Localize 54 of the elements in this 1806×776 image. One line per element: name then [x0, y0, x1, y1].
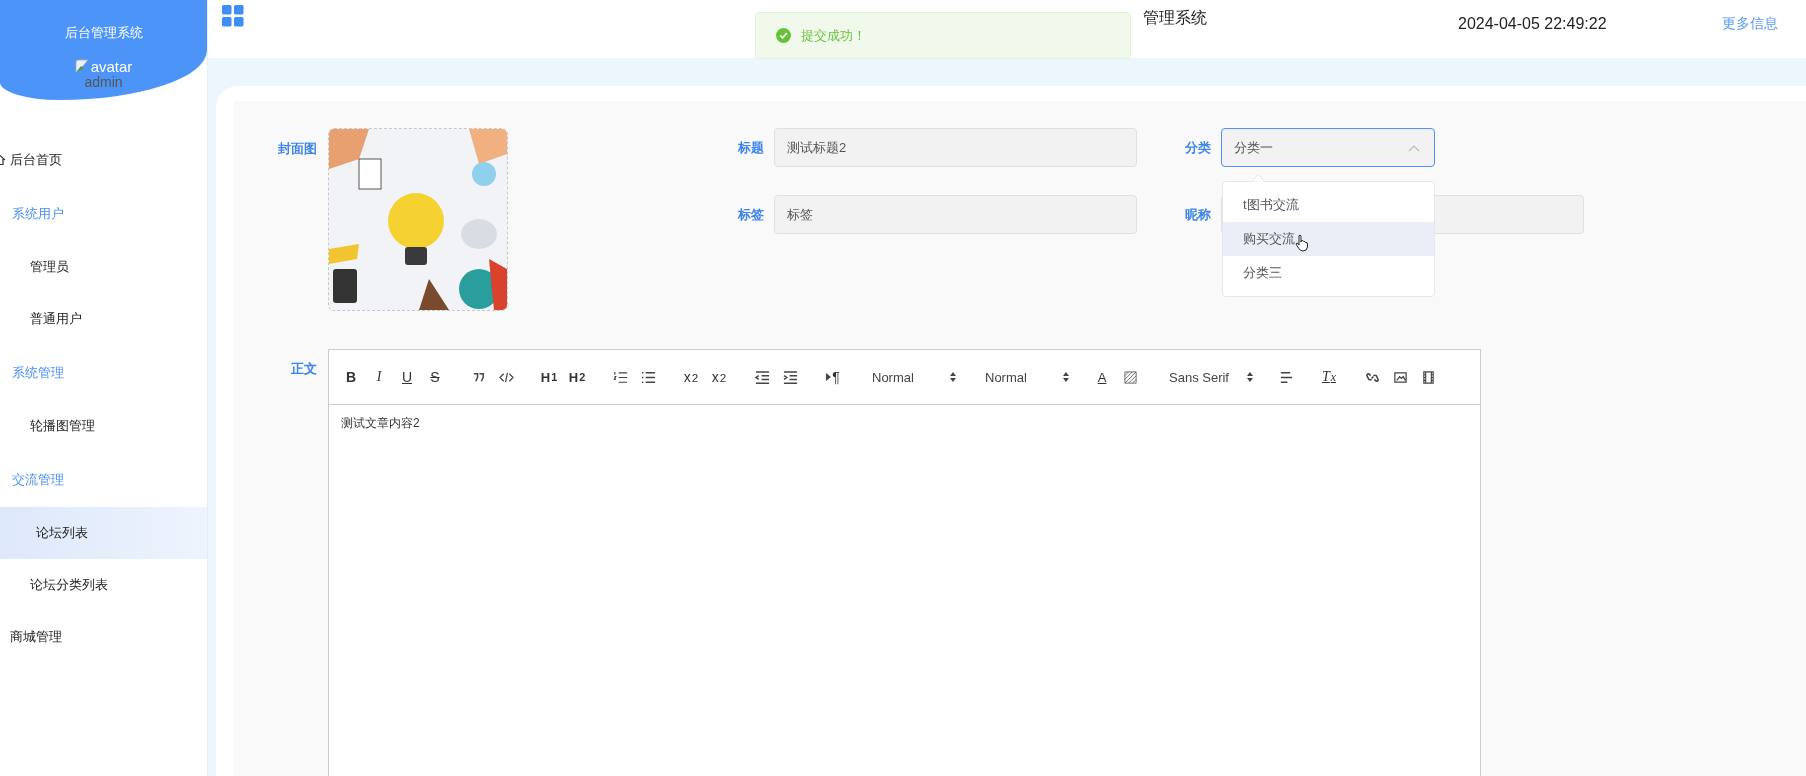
toast-message: 提交成功！: [801, 26, 866, 45]
dropdown-option[interactable]: t图书交流: [1223, 188, 1434, 222]
field-label: 昵称: [1184, 205, 1211, 224]
username: admin: [84, 74, 123, 90]
format-picker[interactable]: Normal: [862, 365, 960, 389]
submenu-item[interactable]: 普通用户: [0, 293, 207, 345]
category-select[interactable]: 分类一: [1221, 128, 1435, 167]
app-title: 后台管理系统: [64, 24, 143, 42]
indent-icon: [782, 369, 798, 385]
image-icon: [1392, 369, 1408, 385]
field-label: 分类: [1184, 138, 1211, 157]
tags-field[interactable]: 标签: [774, 195, 1137, 234]
avatar-image: avatar: [74, 58, 133, 75]
field-label: 标题: [737, 138, 764, 157]
video-icon: [1420, 369, 1436, 385]
strike-button[interactable]: S: [421, 365, 449, 389]
dropdown-option[interactable]: 购买交流: [1223, 222, 1434, 256]
format-picker[interactable]: Sans Serif: [1159, 365, 1257, 389]
format-picker[interactable]: Normal: [975, 365, 1073, 389]
menu-label: 后台首页: [10, 151, 62, 169]
ordered-list-icon: [612, 369, 628, 385]
menu-label: 商城管理: [10, 628, 62, 646]
menu-item[interactable]: 后台首页: [0, 134, 207, 186]
align-icon: [1278, 369, 1294, 385]
apps-grid-icon[interactable]: [222, 5, 244, 27]
submenu-item[interactable]: 论坛分类列表: [0, 559, 207, 611]
bullet-list-icon: [640, 369, 656, 385]
up-down-icon: [1063, 372, 1069, 382]
menu-item[interactable]: 商城管理: [0, 611, 207, 663]
direction-button[interactable]: ¶: [819, 365, 847, 389]
submenu-item[interactable]: 管理员: [0, 241, 207, 293]
field-label: 封面图: [277, 140, 317, 158]
date-time: 2024-04-05 22:49:22: [1458, 15, 1607, 33]
field-label: 正文: [290, 360, 317, 378]
submenu-item[interactable]: 论坛列表: [0, 507, 207, 559]
italic-button[interactable]: I: [365, 365, 393, 389]
hand-cursor-icon: [1295, 234, 1309, 252]
check-circle-icon: [776, 28, 791, 43]
color-button[interactable]: A: [1088, 365, 1116, 389]
editor-text: 测试文章内容2: [341, 415, 421, 432]
field-label: 标签: [737, 205, 764, 224]
submenu-item[interactable]: 轮播图管理: [0, 400, 207, 452]
chevron-icon: [1408, 143, 1420, 152]
editor-body[interactable]: 测试文章内容2: [329, 405, 1480, 442]
up-down-icon: [950, 372, 956, 382]
broken-image-icon: [74, 58, 91, 75]
bold-button[interactable]: B: [337, 365, 365, 389]
outdent-icon: [754, 369, 770, 385]
title-field[interactable]: 测试标题2: [774, 128, 1137, 167]
up-down-icon: [1247, 372, 1253, 382]
dropdown-option[interactable]: 分类三: [1223, 256, 1434, 290]
play-icon: [826, 373, 832, 381]
underline-button[interactable]: U: [393, 365, 421, 389]
background-icon: [1122, 369, 1138, 385]
